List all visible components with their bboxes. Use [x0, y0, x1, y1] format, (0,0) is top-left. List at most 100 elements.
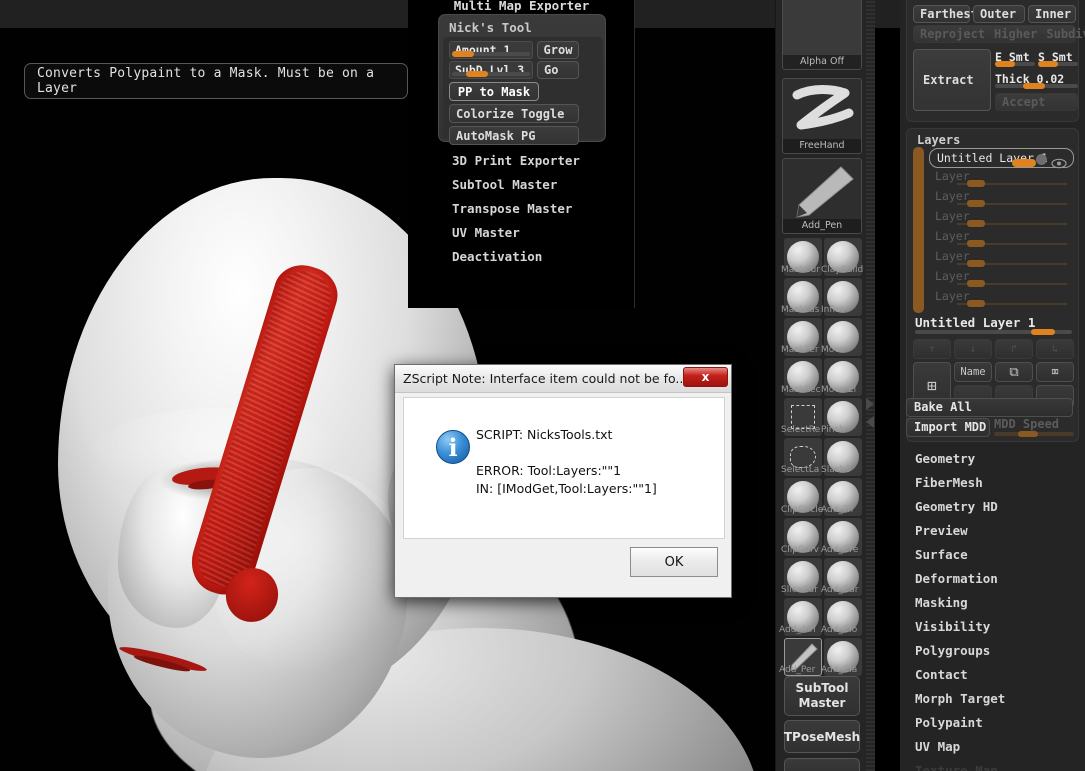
tool-menu-item-deformation[interactable]: Deformation	[915, 567, 1075, 591]
subd-lvl-slider-track	[452, 72, 530, 76]
layer-visibility-eye-icon[interactable]	[1051, 154, 1067, 165]
layer-row-empty-5[interactable]: Layer	[929, 249, 1074, 269]
colorize-toggle-button[interactable]: Colorize Toggle	[449, 104, 579, 123]
s-smt-knob[interactable]	[1038, 61, 1058, 67]
brush-thumbnail[interactable]: Add_Pen	[782, 158, 862, 234]
tooltip: Converts Polypaint to a Mask. Must be on…	[24, 63, 408, 99]
layer-name-slider[interactable]: Untitled Layer 1	[913, 315, 1074, 337]
dialog-message: SCRIPT: NicksTools.txt ERROR: Tool:Layer…	[476, 426, 716, 498]
higher-button[interactable]: Higher	[994, 27, 1037, 41]
dialog-titlebar[interactable]: ZScript Note: Interface item could not b…	[395, 365, 731, 393]
close-icon[interactable]: x	[683, 367, 728, 387]
brush-label-add-pen: Add_Per	[779, 664, 827, 676]
layer-row-empty-6[interactable]: Layer	[929, 269, 1074, 289]
dialog-title: ZScript Note: Interface item could not b…	[403, 371, 687, 386]
nicks-tool-panel: Nick's Tool Amount 1 SubD Lvl 3 Grow Go …	[438, 14, 606, 142]
layer-move-up-button[interactable]: ↑	[913, 339, 951, 359]
tool-menu-item-polygroups[interactable]: Polygroups	[915, 639, 1075, 663]
layer-active-intensity-knob[interactable]	[1012, 159, 1036, 167]
automask-pg-button[interactable]: AutoMask PG	[449, 126, 579, 145]
layer-delete-button[interactable]: ⌧	[1036, 362, 1074, 382]
amount-slider-knob[interactable]	[452, 51, 474, 57]
extract-button[interactable]: Extract	[913, 49, 991, 111]
grow-button[interactable]: Grow	[537, 41, 579, 59]
layer-merge-down-button[interactable]: ↳	[1036, 339, 1074, 359]
subtool-master-plugin-button[interactable]: SubTool Master	[784, 676, 860, 716]
tool-menu-item-surface[interactable]: Surface	[915, 543, 1075, 567]
dialog-script-line: SCRIPT: NicksTools.txt	[476, 426, 716, 444]
tool-menu-item-contact[interactable]: Contact	[915, 663, 1075, 687]
layer-empty-name-4: Layer	[935, 229, 970, 243]
zplugin-item-deactivation[interactable]: Deactivation	[452, 246, 632, 268]
stroke-thumbnail[interactable]: FreeHand	[782, 78, 862, 154]
zplugin-item-transpose-master[interactable]: Transpose Master	[452, 198, 632, 220]
layer-intensity-knob[interactable]	[1031, 329, 1055, 335]
pp-to-mask-button[interactable]: PP to Mask	[449, 82, 539, 101]
tooltip-text: Converts Polypaint to a Mask. Must be on…	[37, 66, 407, 96]
layer-row-empty-7[interactable]: Layer	[929, 289, 1074, 309]
layer-merge-up-button[interactable]: ↱	[995, 339, 1033, 359]
go-button[interactable]: Go	[537, 61, 579, 79]
layer-row-empty-3[interactable]: Layer	[929, 209, 1074, 229]
zplugin-item-subtool-master[interactable]: SubTool Master	[452, 174, 632, 196]
tool-menu-item-fibermesh[interactable]: FiberMesh	[915, 471, 1075, 495]
layer-row-empty-4[interactable]: Layer	[929, 229, 1074, 249]
subd-lvl-slider-knob[interactable]	[466, 71, 488, 77]
subdiv-button[interactable]: Subdiv	[1046, 27, 1085, 41]
tool-menu-item-uv-map[interactable]: UV Map	[915, 735, 1075, 759]
brush-label-pinch: Pinch	[821, 424, 867, 436]
scroll-right-arrow-icon[interactable]	[866, 398, 874, 410]
layers-panel-title[interactable]: Layers	[917, 133, 960, 147]
reproject-row[interactable]: Reproject Higher Subdiv	[913, 25, 1076, 43]
dialog-in-line: IN: [IModGet,Tool:Layers:""1]	[476, 480, 716, 498]
bake-all-button[interactable]: Bake All	[906, 398, 1073, 417]
layer-move-down-button[interactable]: ↓	[954, 339, 992, 359]
tool-menu-item-polypaint[interactable]: Polypaint	[915, 711, 1075, 735]
brush-label-slash3: Slash3	[821, 464, 867, 476]
pen-brush-icon	[783, 159, 862, 221]
thick-knob[interactable]	[1023, 83, 1045, 89]
e-smt-knob[interactable]	[995, 61, 1015, 67]
zplugin-item-3d-print-exporter[interactable]: 3D Print Exporter	[452, 150, 632, 172]
layer-empty-name-3: Layer	[935, 209, 970, 223]
inner-button[interactable]: Inner	[1028, 5, 1076, 23]
plugin-button-partial[interactable]	[784, 758, 860, 771]
layer-duplicate-button[interactable]: ⧉	[995, 362, 1033, 382]
outer-button[interactable]: Outer	[973, 5, 1025, 23]
subd-lvl-slider[interactable]: SubD Lvl 3	[449, 61, 533, 79]
palette-scroll-strip[interactable]	[866, 0, 875, 771]
alpha-thumbnail[interactable]: Alpha Off	[782, 0, 862, 70]
layer-row-empty-2[interactable]: Layer	[929, 189, 1074, 209]
layer-row-active[interactable]: Untitled Layer 1	[929, 148, 1074, 168]
brush-label-add-carve: Add_Car	[821, 584, 867, 596]
subtool-master-line1: SubTool	[796, 681, 849, 696]
tool-menu-item-visibility[interactable]: Visibility	[915, 615, 1075, 639]
scroll-left-arrow-icon[interactable]	[866, 416, 874, 428]
tool-menu-item-preview[interactable]: Preview	[915, 519, 1075, 543]
farthest-button[interactable]: Farthest	[913, 5, 970, 23]
zplugin-item-uv-master[interactable]: UV Master	[452, 222, 632, 244]
layer-row-empty-1[interactable]: Layer	[929, 169, 1074, 189]
e-smt-slider[interactable]: E Smt	[995, 49, 1035, 69]
layer-record-icon[interactable]	[1036, 154, 1047, 165]
reproject-button[interactable]: Reproject	[920, 27, 985, 41]
thick-slider[interactable]: Thick 0.02	[995, 71, 1078, 91]
ok-button[interactable]: OK	[630, 547, 718, 577]
s-smt-slider[interactable]: S Smt	[1038, 49, 1078, 69]
tool-menu-item-geometry-hd[interactable]: Geometry HD	[915, 495, 1075, 519]
mdd-speed-knob[interactable]	[1018, 431, 1038, 437]
tool-menu-item-morph-target[interactable]: Morph Target	[915, 687, 1075, 711]
accept-button[interactable]: Accept	[995, 93, 1078, 111]
tool-menu-item-geometry[interactable]: Geometry	[915, 447, 1075, 471]
mdd-speed-slider[interactable]: MDD Speed	[994, 416, 1074, 438]
mdd-speed-label: MDD Speed	[994, 417, 1059, 431]
tool-menu-item-texture-map[interactable]: Texture Map	[915, 759, 1075, 771]
layer-name-button[interactable]: Name	[954, 362, 992, 382]
tposemesh-plugin-button[interactable]: TPoseMesh	[784, 720, 860, 753]
tool-menu-item-masking[interactable]: Masking	[915, 591, 1075, 615]
layers-vertical-scrollbar[interactable]	[913, 147, 924, 313]
import-mdd-button[interactable]: Import MDD	[906, 418, 990, 437]
brush-label-move: Move	[821, 344, 867, 356]
amount-slider[interactable]: Amount 1	[449, 41, 533, 59]
subtool-master-line2: Master	[799, 696, 846, 711]
